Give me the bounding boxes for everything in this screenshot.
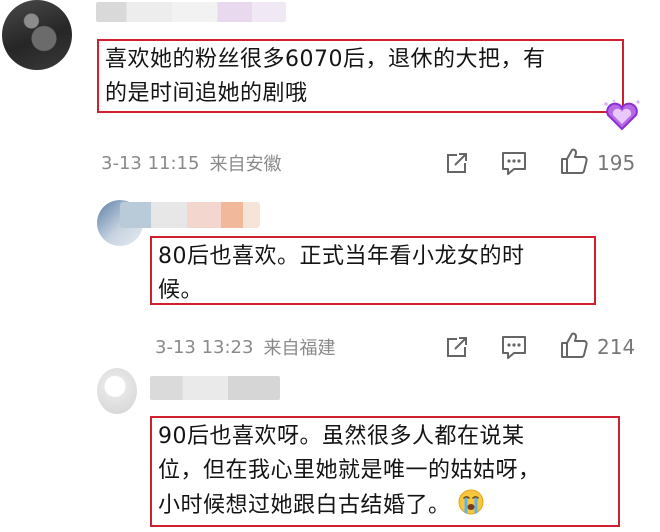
comment-line: 候。 <box>158 278 204 303</box>
comment-line-last: 小时候想过她跟白古结婚了。 <box>158 488 612 523</box>
username-blurred[interactable] <box>96 2 286 22</box>
comment-text-box: 80后也喜欢。正式当年看小龙女的时 候。 <box>150 236 596 305</box>
share-icon <box>447 153 467 173</box>
comment-line: 的是时间追她的剧哦 <box>105 81 308 106</box>
comment-button[interactable] <box>499 332 529 362</box>
comment-text-box: 90后也喜欢呀。虽然很多人都在说某 位，但在我心里她就是唯一的姑姑呀， 小时候想… <box>150 416 620 527</box>
comment-line: 80后也喜欢。正式当年看小龙女的时 <box>158 244 525 269</box>
thumbs-up-icon <box>561 332 588 358</box>
like-button[interactable] <box>559 146 589 176</box>
comment-line: 小时候想过她跟白古结婚了。 <box>158 493 451 518</box>
like-button[interactable] <box>559 330 589 360</box>
comment-location: 来自安徽 <box>209 154 282 175</box>
share-button[interactable] <box>442 148 472 178</box>
avatar[interactable] <box>2 0 72 70</box>
share-button[interactable] <box>442 332 472 362</box>
comment-meta: 3-13 11:15 来自安徽 <box>101 149 281 177</box>
like-count: 214 <box>597 335 636 359</box>
like-count: 195 <box>597 151 636 175</box>
comment-icon <box>502 152 526 175</box>
comment-date: 3-13 11:15 <box>101 152 200 174</box>
comment-line: 喜欢她的粉丝很多6070后，退休的大把，有 <box>105 47 546 72</box>
heart-badge-icon <box>604 99 640 131</box>
username-blurred[interactable] <box>120 202 260 228</box>
comment-meta: 3-13 13:23 来自福建 <box>155 333 335 361</box>
comment-location: 来自福建 <box>263 338 336 359</box>
avatar[interactable] <box>97 368 137 414</box>
username-blurred[interactable] <box>150 376 280 400</box>
comment-icon <box>502 336 526 359</box>
comment-line: 90后也喜欢呀。虽然很多人都在说某 <box>158 424 525 449</box>
comment-button[interactable] <box>499 148 529 178</box>
comment-feed: 喜欢她的粉丝很多6070后，退休的大把，有 的是时间追她的剧哦 3-13 11:… <box>0 0 660 532</box>
comment-text-box: 喜欢她的粉丝很多6070后，退休的大把，有 的是时间追她的剧哦 <box>97 39 624 113</box>
comment-line: 位，但在我心里她就是唯一的姑姑呀， <box>158 458 541 483</box>
comment-date: 3-13 13:23 <box>155 336 254 358</box>
share-icon <box>447 337 467 357</box>
thumbs-up-icon <box>561 148 588 174</box>
crying-face-emoji <box>458 489 484 515</box>
